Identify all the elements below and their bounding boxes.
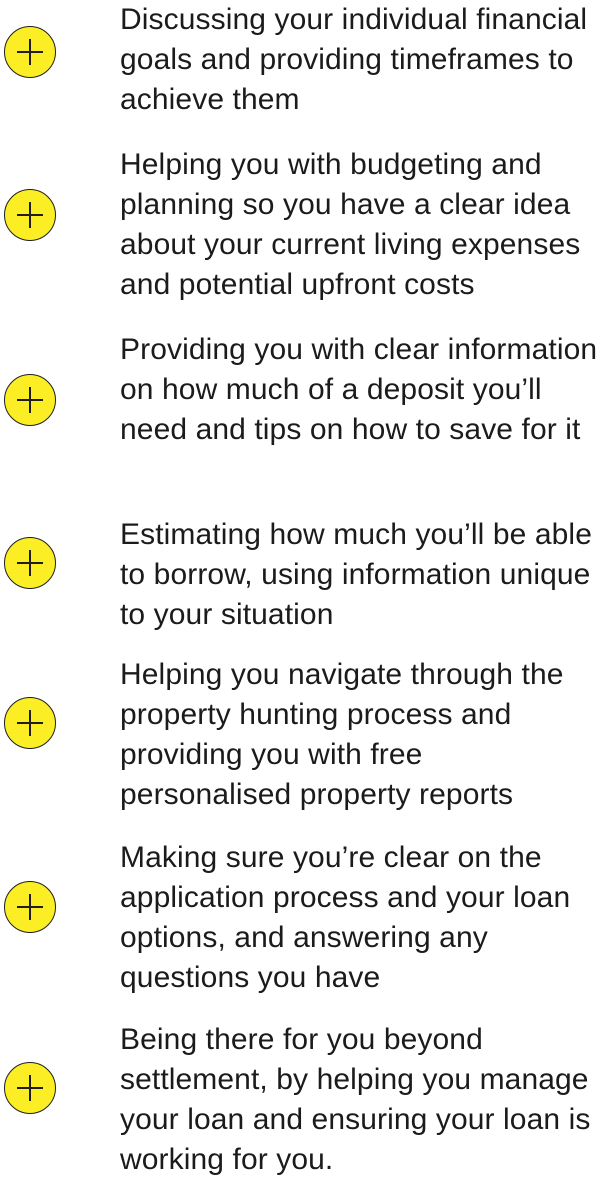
plus-icon[interactable] xyxy=(4,537,56,589)
plus-icon[interactable] xyxy=(4,374,56,426)
list-item-text: Helping you navigate through the propert… xyxy=(120,658,564,811)
plus-icon[interactable] xyxy=(4,881,56,933)
list-item-text: Helping you with budgeting and planning … xyxy=(120,148,581,301)
plus-icon[interactable] xyxy=(4,26,56,78)
plus-icon[interactable] xyxy=(4,1062,56,1114)
list-item-text: Providing you with clear information on … xyxy=(120,333,598,446)
list-item-text: Being there for you beyond settlement, b… xyxy=(120,1023,591,1176)
services-list: Discussing your individual financial goa… xyxy=(0,0,601,1176)
plus-icon[interactable] xyxy=(4,697,56,749)
list-item-text: Discussing your individual financial goa… xyxy=(120,3,588,116)
plus-icon[interactable] xyxy=(4,189,56,241)
list-item-text: Making sure you’re clear on the applicat… xyxy=(120,841,571,994)
list-item-text: Estimating how much you’ll be able to bo… xyxy=(120,518,592,631)
